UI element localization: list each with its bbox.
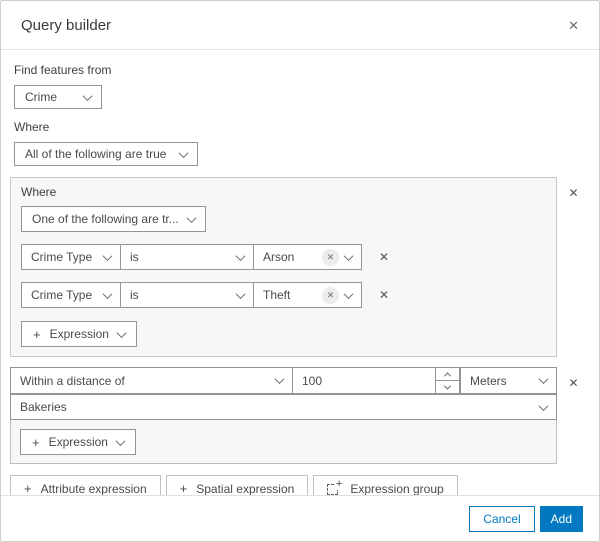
unit-select[interactable]: Meters	[460, 367, 557, 394]
spatial-add-expression-button[interactable]: + Expression	[20, 429, 136, 455]
dialog-title: Query builder	[21, 16, 112, 34]
operator-select-value: is	[130, 288, 139, 302]
clear-value-icon[interactable]: ✕	[322, 248, 339, 266]
chevron-down-icon	[102, 250, 113, 261]
remove-group-icon[interactable]: ✕	[564, 184, 582, 202]
dialog-body: Find features from Crime Where All of th…	[1, 50, 599, 495]
dialog-footer: Cancel Add	[1, 495, 599, 541]
chevron-down-icon	[235, 288, 246, 299]
spatial-layer-value: Bakeries	[20, 400, 67, 414]
group-logic-select[interactable]: One of the following are tr...	[21, 206, 206, 232]
chevron-down-icon	[538, 374, 549, 385]
expression-group-label: Expression group	[350, 481, 444, 496]
add-expression-label: Expression	[48, 435, 108, 449]
find-features-label: Find features from	[14, 63, 112, 77]
field-select[interactable]: Crime Type	[21, 282, 121, 308]
group-where-label: Where	[21, 185, 57, 199]
spatial-remove-column: ✕	[557, 367, 590, 392]
distance-input-cell	[292, 367, 436, 394]
group-remove-column: ✕	[557, 177, 590, 202]
spatial-expression-label: Spatial expression	[196, 481, 295, 496]
value-select-value: Theft	[263, 288, 291, 302]
add-button[interactable]: Add	[539, 505, 583, 532]
stepper-down-icon[interactable]	[436, 381, 459, 393]
chevron-down-icon	[343, 288, 354, 299]
expression-group-icon: +	[327, 479, 343, 495]
field-select-value: Crime Type	[31, 288, 93, 302]
value-select[interactable]: Theft ✕	[253, 282, 362, 308]
spatial-layer-select[interactable]: Bakeries	[10, 394, 557, 420]
spatial-relation-value: Within a distance of	[20, 373, 125, 388]
chevron-down-icon	[116, 327, 127, 338]
unit-select-value: Meters	[470, 373, 507, 388]
value-select-value: Arson	[263, 250, 295, 264]
operator-select-value: is	[130, 250, 139, 264]
value-select[interactable]: Arson ✕	[253, 244, 362, 270]
logic-select[interactable]: All of the following are true	[14, 142, 198, 166]
operator-select[interactable]: is	[120, 244, 254, 270]
add-expression-actions: + Attribute expression + Spatial express…	[10, 475, 590, 495]
plus-icon: +	[33, 326, 41, 342]
chevron-down-icon	[274, 374, 285, 385]
query-builder-dialog: Query builder ✕ Find features from Crime…	[0, 0, 600, 542]
chevron-down-icon	[538, 400, 549, 411]
field-select[interactable]: Crime Type	[21, 244, 121, 270]
attribute-expression-label: Attribute expression	[40, 481, 147, 496]
spatial-relation-row: Within a distance of Meters	[10, 367, 557, 394]
spatial-expression-button[interactable]: + Spatial expression	[165, 475, 309, 496]
chevron-down-icon	[343, 250, 354, 261]
remove-expression-icon[interactable]: ✕	[375, 248, 393, 266]
where-label: Where	[14, 120, 50, 134]
chevron-down-icon	[235, 250, 246, 261]
cancel-button[interactable]: Cancel	[469, 505, 535, 532]
clear-value-icon[interactable]: ✕	[322, 286, 339, 304]
remove-spatial-icon[interactable]: ✕	[564, 374, 582, 392]
layer-select-value: Crime	[25, 90, 57, 104]
expression-row: Crime Type is Arson ✕ ✕	[21, 244, 546, 270]
expression-group-row: Where One of the following are tr... Cri…	[10, 177, 590, 357]
distance-stepper	[435, 367, 460, 394]
add-expression-label: Expression	[49, 327, 109, 341]
spatial-relation-select[interactable]: Within a distance of	[10, 367, 293, 394]
spatial-layer-row: Bakeries	[10, 394, 557, 420]
chevron-down-icon	[186, 212, 197, 223]
group-add-expression-button[interactable]: + Expression	[21, 321, 137, 347]
attribute-expression-button[interactable]: + Attribute expression	[10, 475, 161, 495]
operator-select[interactable]: is	[120, 282, 254, 308]
dialog-header: Query builder ✕	[1, 1, 599, 50]
chevron-down-icon	[102, 288, 113, 299]
chevron-down-icon	[115, 435, 126, 446]
distance-input[interactable]	[293, 368, 435, 393]
close-icon[interactable]: ✕	[562, 15, 585, 36]
expression-group-box: Where One of the following are tr... Cri…	[10, 177, 557, 357]
group-logic-select-value: One of the following are tr...	[32, 212, 179, 226]
chevron-down-icon	[178, 147, 189, 158]
spatial-expression-box: Within a distance of Meters	[10, 367, 557, 464]
spatial-footer: + Expression	[11, 420, 556, 463]
field-select-value: Crime Type	[31, 250, 93, 264]
plus-icon: +	[179, 481, 188, 495]
logic-select-value: All of the following are true	[25, 147, 167, 161]
expression-group-button[interactable]: + Expression group	[313, 475, 458, 496]
plus-icon: +	[24, 481, 32, 495]
stepper-up-icon[interactable]	[436, 368, 459, 381]
chevron-down-icon	[82, 90, 93, 101]
expression-row: Crime Type is Theft ✕ ✕	[21, 282, 546, 308]
plus-icon: +	[32, 434, 40, 450]
spatial-expression-row: Within a distance of Meters	[10, 367, 590, 464]
remove-expression-icon[interactable]: ✕	[375, 286, 393, 304]
layer-select[interactable]: Crime	[14, 85, 102, 109]
